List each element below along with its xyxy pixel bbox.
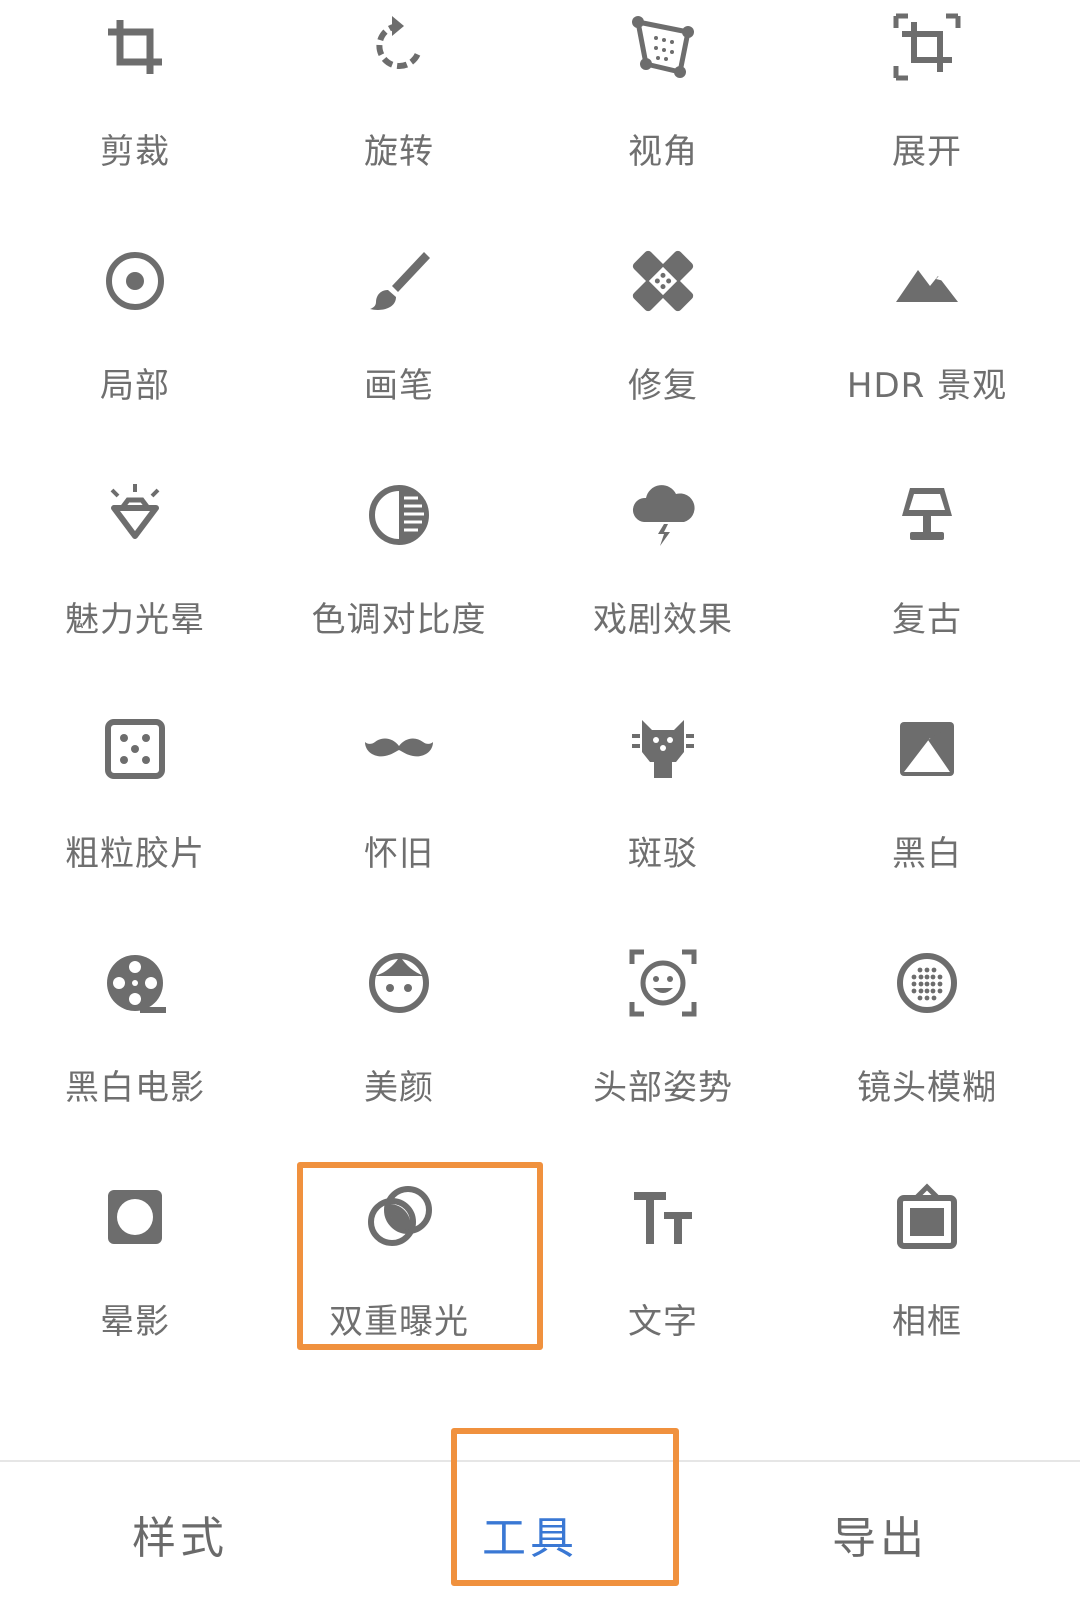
tool-label: 怀旧 — [364, 834, 434, 874]
tool-label: 斑驳 — [628, 834, 698, 874]
tool-label: 色调对比度 — [311, 600, 487, 640]
vintage-lamp-icon — [892, 480, 962, 550]
tool-label: 魅力光晕 — [65, 600, 205, 640]
tool-label: 旋转 — [364, 132, 434, 172]
tool-perspective[interactable]: 视角 — [528, 12, 798, 212]
glamour-glow-icon — [100, 480, 170, 550]
tool-label: 局部 — [100, 366, 170, 406]
tool-brush[interactable]: 画笔 — [264, 246, 534, 446]
tool-label: 复古 — [892, 600, 962, 640]
tools-grid: 剪裁 旋转 视角 展开局部 画笔 修复 HDR 景观魅力光晕 色调对比度 戏剧效果 复古粗粒胶片 怀… — [0, 0, 1080, 1460]
tool-crop[interactable]: 剪裁 — [0, 12, 270, 212]
portrait-face-icon — [364, 948, 434, 1018]
crop-icon — [100, 12, 170, 82]
text-icon — [628, 1182, 698, 1252]
selective-icon — [100, 246, 170, 316]
tool-portrait-face[interactable]: 美颜 — [264, 948, 534, 1148]
tool-hdr-mountain[interactable]: HDR 景观 — [792, 246, 1062, 446]
vignette-icon — [100, 1182, 170, 1252]
tab-export[interactable]: 导出 — [700, 1462, 1060, 1606]
tool-label: 修复 — [628, 366, 698, 406]
tool-selective[interactable]: 局部 — [0, 246, 270, 446]
drama-icon — [628, 480, 698, 550]
tool-expand[interactable]: 展开 — [792, 12, 1062, 212]
rotate-icon — [364, 12, 434, 82]
grunge-icon — [628, 714, 698, 784]
tool-double-exposure[interactable]: 双重曝光 — [264, 1182, 534, 1382]
tool-retrolux-mustache[interactable]: 怀旧 — [264, 714, 534, 914]
grainy-film-icon — [100, 714, 170, 784]
brush-icon — [364, 246, 434, 316]
noir-film-reel-icon — [100, 948, 170, 1018]
tonal-contrast-icon — [364, 480, 434, 550]
tool-label: 晕影 — [100, 1302, 170, 1342]
hdr-mountain-icon — [892, 246, 962, 316]
tool-text[interactable]: 文字 — [528, 1182, 798, 1382]
tool-vintage-lamp[interactable]: 复古 — [792, 480, 1062, 680]
tool-label: 美颜 — [364, 1068, 434, 1108]
tool-healing[interactable]: 修复 — [528, 246, 798, 446]
tool-label: 头部姿势 — [593, 1068, 733, 1108]
frames-icon — [892, 1182, 962, 1252]
tool-label: 镜头模糊 — [857, 1068, 997, 1108]
tab-tools[interactable]: 工具 — [350, 1462, 710, 1606]
tool-label: 剪裁 — [100, 132, 170, 172]
tool-lens-blur[interactable]: 镜头模糊 — [792, 948, 1062, 1148]
healing-icon — [628, 246, 698, 316]
tool-rotate[interactable]: 旋转 — [264, 12, 534, 212]
double-exposure-icon — [364, 1182, 434, 1252]
tool-label: 黑白 — [892, 834, 962, 874]
tool-tonal-contrast[interactable]: 色调对比度 — [264, 480, 534, 680]
tool-grunge[interactable]: 斑驳 — [528, 714, 798, 914]
tool-grainy-film[interactable]: 粗粒胶片 — [0, 714, 270, 914]
tool-label: 戏剧效果 — [593, 600, 733, 640]
tool-label: 粗粒胶片 — [65, 834, 205, 874]
tool-frames[interactable]: 相框 — [792, 1182, 1062, 1382]
tab-styles[interactable]: 样式 — [0, 1462, 360, 1606]
head-pose-icon — [628, 948, 698, 1018]
expand-icon — [892, 12, 962, 82]
tool-label: 黑白电影 — [65, 1068, 205, 1108]
lens-blur-icon — [892, 948, 962, 1018]
tool-label: 相框 — [892, 1302, 962, 1342]
tool-label: 视角 — [628, 132, 698, 172]
tool-head-pose[interactable]: 头部姿势 — [528, 948, 798, 1148]
tool-label: 画笔 — [364, 366, 434, 406]
tool-label: HDR 景观 — [846, 366, 1008, 406]
tool-label: 展开 — [892, 132, 962, 172]
tool-label: 双重曝光 — [329, 1302, 469, 1342]
perspective-icon — [628, 12, 698, 82]
tool-label: 文字 — [628, 1302, 698, 1342]
tool-noir-film-reel[interactable]: 黑白电影 — [0, 948, 270, 1148]
tool-glamour-glow[interactable]: 魅力光晕 — [0, 480, 270, 680]
tool-vignette[interactable]: 晕影 — [0, 1182, 270, 1382]
retrolux-mustache-icon — [364, 714, 434, 784]
bottom-navigation-bar: 样式 工具 导出 — [0, 1460, 1080, 1606]
tool-drama[interactable]: 戏剧效果 — [528, 480, 798, 680]
black-white-icon — [892, 714, 962, 784]
tool-black-white[interactable]: 黑白 — [792, 714, 1062, 914]
